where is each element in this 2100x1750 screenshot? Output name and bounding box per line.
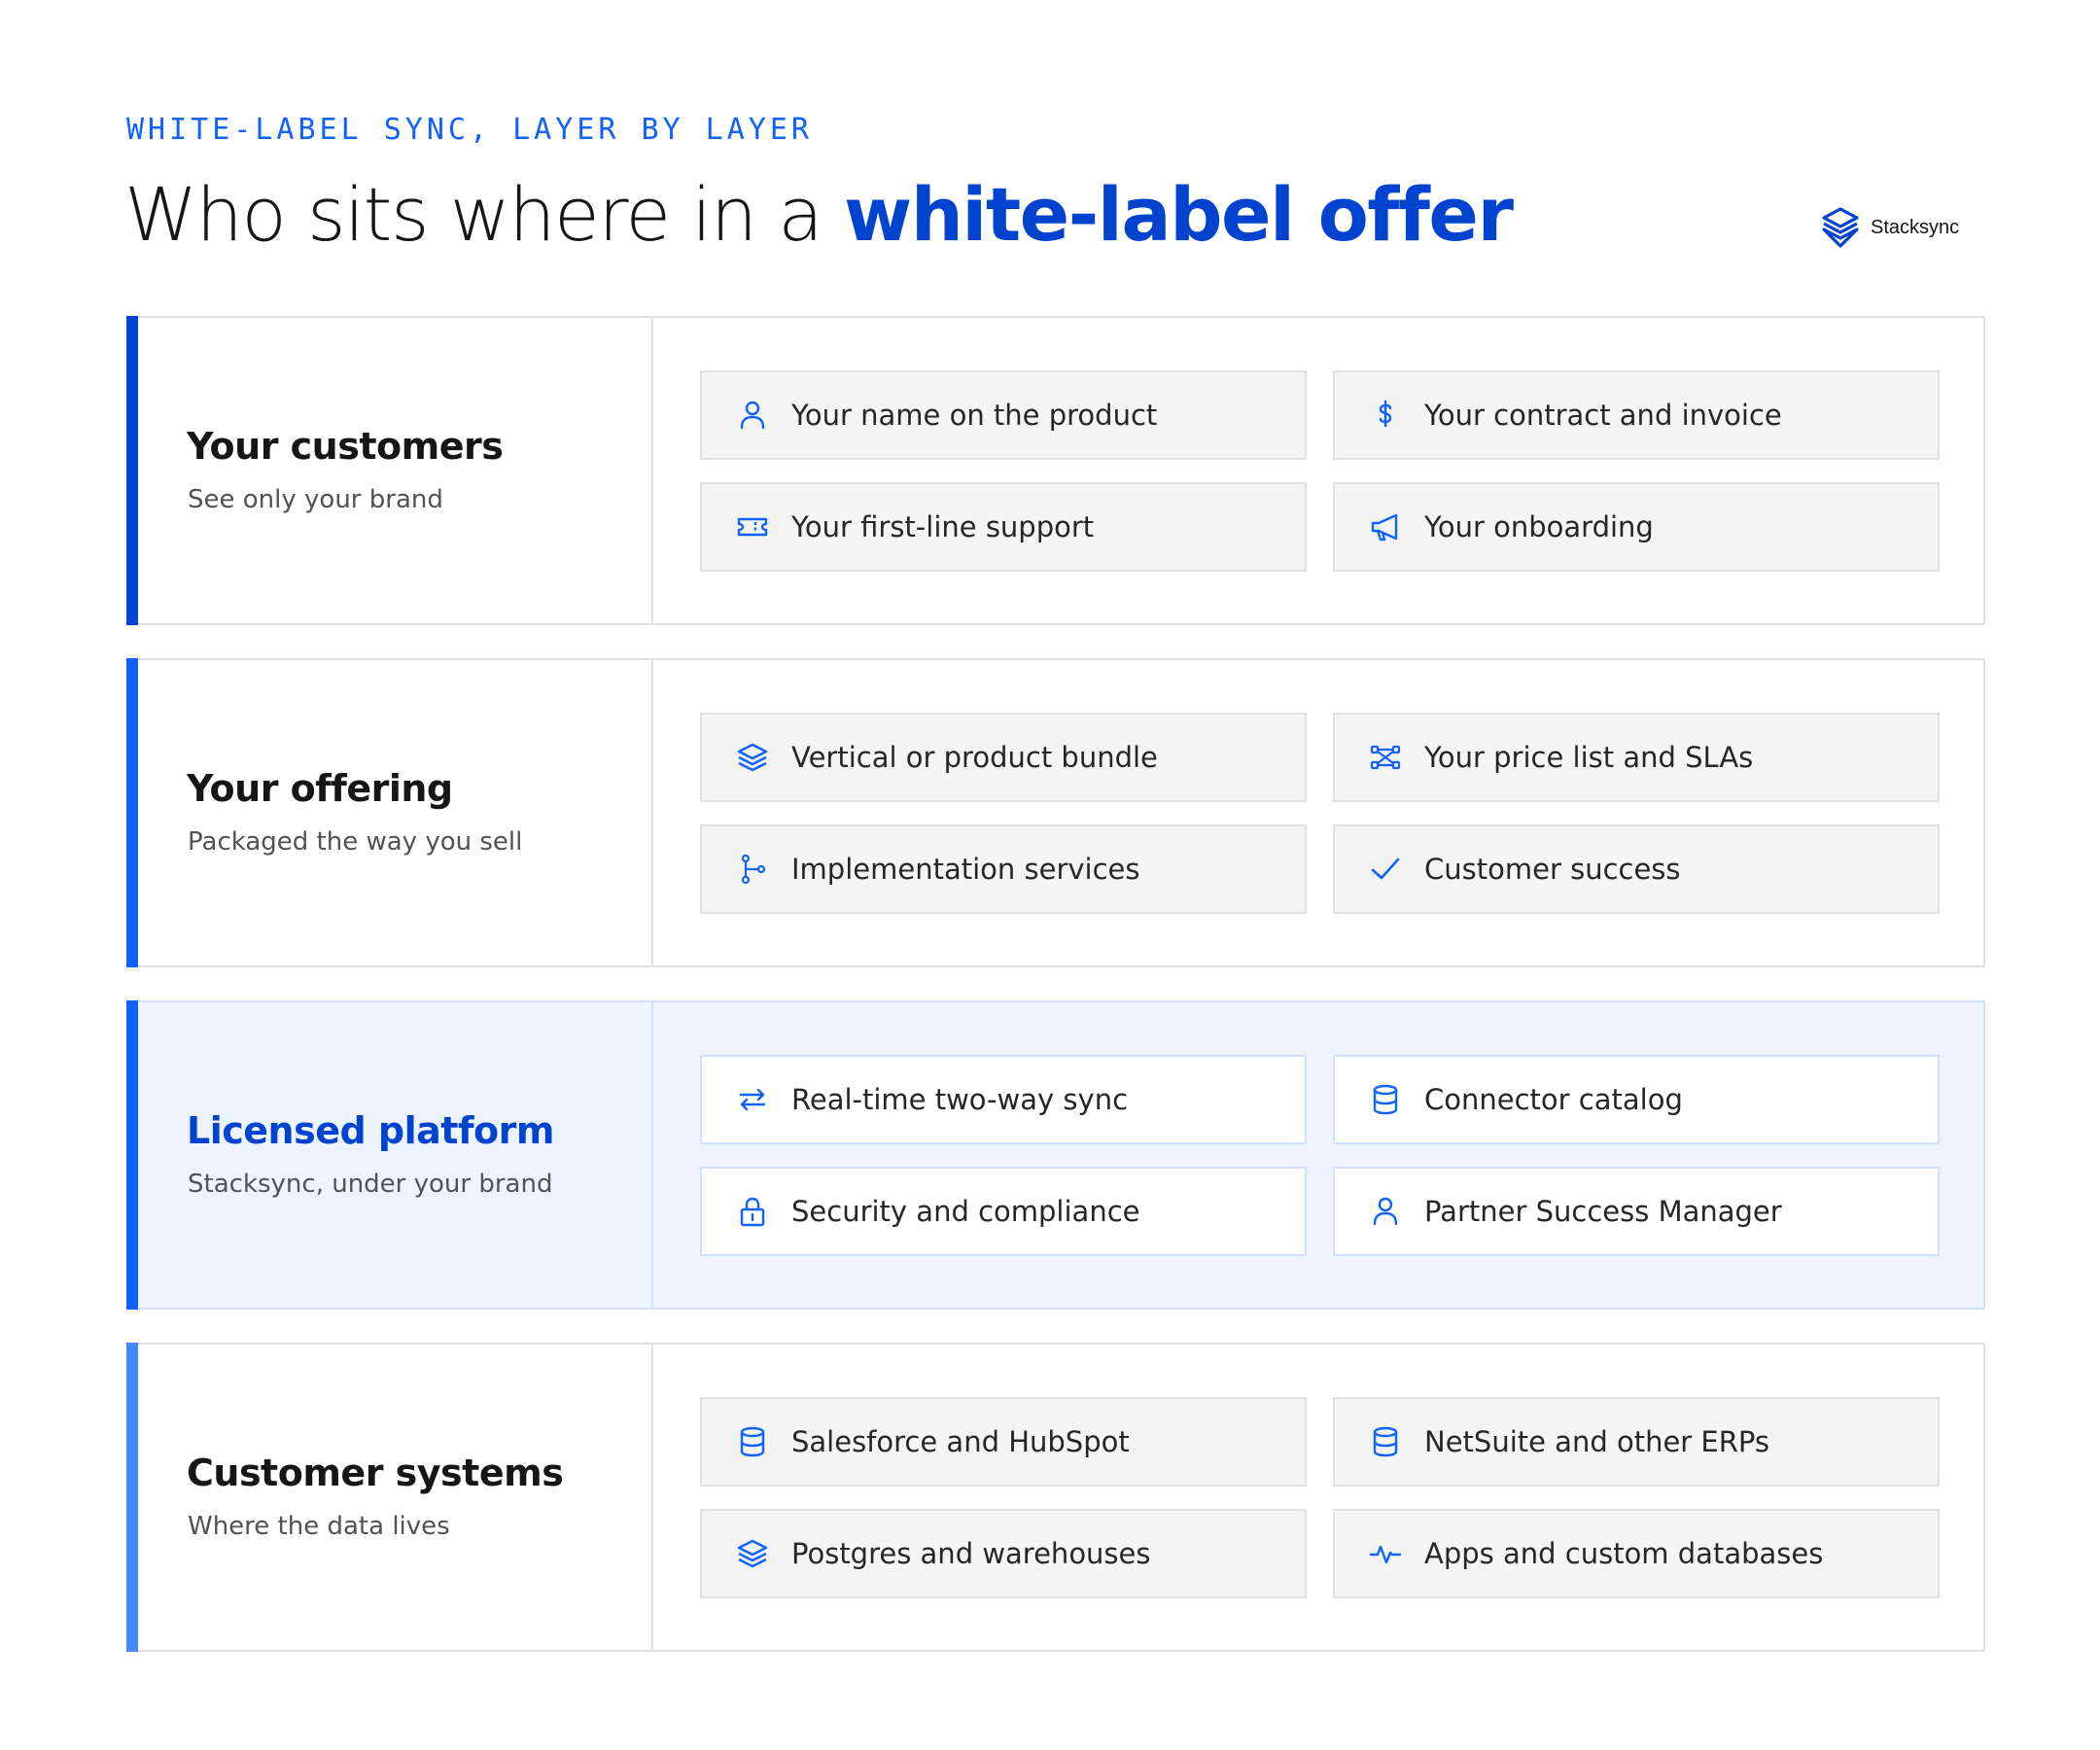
eyebrow-label: WHITE-LABEL SYNC, LAYER BY LAYER <box>126 113 813 147</box>
item-card: Your name on the product <box>700 370 1307 460</box>
item-label: Your contract and invoice <box>1424 399 1782 432</box>
item-card: Implementation services <box>700 824 1307 914</box>
item-card: Apps and custom databases <box>1333 1509 1940 1598</box>
item-label: Implementation services <box>791 853 1140 886</box>
item-card: Your contract and invoice <box>1333 370 1940 460</box>
item-label: Salesforce and HubSpot <box>791 1425 1130 1458</box>
megaphone-icon <box>1368 509 1403 544</box>
item-label: NetSuite and other ERPs <box>1424 1425 1769 1458</box>
page-title: Who sits where in a white-label offer <box>124 171 1514 258</box>
title-plain: Who sits where in a <box>124 171 844 258</box>
item-label: Your name on the product <box>791 399 1158 432</box>
item-card: Salesforce and HubSpot <box>700 1397 1307 1487</box>
layer-header: Customer systems Where the data lives <box>128 1345 653 1650</box>
item-label: Security and compliance <box>791 1195 1140 1228</box>
layer-licensed-platform: Licensed platform Stacksync, under your … <box>126 1000 1985 1310</box>
stacksync-logo: Stacksync <box>1820 206 1959 249</box>
user-icon <box>1368 1194 1403 1229</box>
layer-subtitle: See only your brand <box>188 485 443 514</box>
user-icon <box>735 398 770 433</box>
item-label: Customer success <box>1424 853 1681 886</box>
arrows-exchange-icon <box>735 1082 770 1117</box>
item-card: Postgres and warehouses <box>700 1509 1307 1598</box>
layer-title: Your offering <box>187 767 453 810</box>
layer-title: Customer systems <box>187 1452 564 1494</box>
dollar-icon <box>1368 398 1403 433</box>
item-label: Your first-line support <box>791 510 1095 543</box>
item-label: Postgres and warehouses <box>791 1537 1151 1570</box>
layer-header: Licensed platform Stacksync, under your … <box>128 1002 653 1308</box>
layer-header: Your offering Packaged the way you sell <box>128 660 653 965</box>
item-card: Real-time two-way sync <box>700 1055 1307 1144</box>
layer-your-customers: Your customers See only your brand Your … <box>126 316 1985 625</box>
item-label: Vertical or product bundle <box>791 741 1158 774</box>
item-label: Partner Success Manager <box>1424 1195 1782 1228</box>
layers-icon <box>735 1536 770 1571</box>
logo-text: Stacksync <box>1871 216 1960 238</box>
lock-icon <box>735 1194 770 1229</box>
item-card: Customer success <box>1333 824 1940 914</box>
item-card: Connector catalog <box>1333 1055 1940 1144</box>
item-card: Partner Success Manager <box>1333 1167 1940 1256</box>
item-card: Vertical or product bundle <box>700 713 1307 802</box>
item-card: Your onboarding <box>1333 482 1940 572</box>
layers-icon <box>735 740 770 775</box>
item-card: Your first-line support <box>700 482 1307 572</box>
ticket-icon <box>735 509 770 544</box>
item-label: Real-time two-way sync <box>791 1083 1129 1116</box>
item-card: Your price list and SLAs <box>1333 713 1940 802</box>
layer-your-offering: Your offering Packaged the way you sell … <box>126 658 1985 967</box>
layer-customer-systems: Customer systems Where the data lives Sa… <box>126 1343 1985 1652</box>
stacksync-logo-icon <box>1822 207 1859 248</box>
layer-subtitle: Stacksync, under your brand <box>188 1170 553 1199</box>
database-icon <box>735 1424 770 1459</box>
layer-title: Your customers <box>187 425 504 468</box>
checkmark-icon <box>1368 852 1403 887</box>
item-label: Connector catalog <box>1424 1083 1683 1116</box>
database-icon <box>1368 1082 1403 1117</box>
item-card: NetSuite and other ERPs <box>1333 1397 1940 1487</box>
title-accent: white-label offer <box>843 171 1514 258</box>
activity-icon <box>1368 1536 1403 1571</box>
layer-header: Your customers See only your brand <box>128 318 653 623</box>
item-card: Security and compliance <box>700 1167 1307 1256</box>
layer-subtitle: Where the data lives <box>188 1512 450 1541</box>
layer-title: Licensed platform <box>187 1109 554 1152</box>
layer-subtitle: Packaged the way you sell <box>188 827 523 857</box>
item-label: Your price list and SLAs <box>1424 741 1754 774</box>
database-icon <box>1368 1424 1403 1459</box>
item-label: Your onboarding <box>1424 510 1654 543</box>
network-icon <box>1368 740 1403 775</box>
item-label: Apps and custom databases <box>1424 1537 1824 1570</box>
branch-icon <box>735 852 770 887</box>
